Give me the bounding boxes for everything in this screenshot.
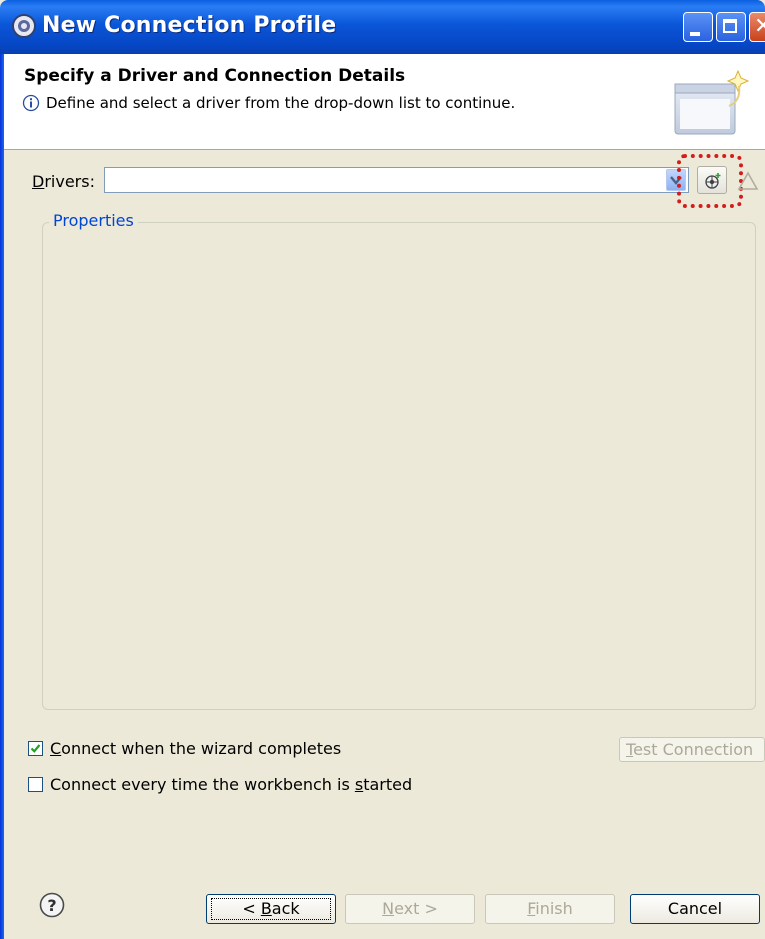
help-icon[interactable]: ? bbox=[39, 892, 65, 918]
wizard-banner: Specify a Driver and Connection Details … bbox=[4, 54, 765, 150]
connect-when-complete-checkbox[interactable] bbox=[28, 741, 43, 756]
finish-text: inish bbox=[535, 899, 573, 918]
next-text: ext > bbox=[394, 899, 438, 918]
connect-every-time-text-after: tarted bbox=[363, 775, 413, 794]
new-driver-highlight bbox=[677, 154, 743, 208]
cancel-button[interactable]: Cancel bbox=[630, 894, 760, 924]
drivers-label-text: rivers: bbox=[44, 172, 95, 191]
connect-every-time-text-before: Connect every time the workbench is bbox=[50, 775, 355, 794]
connect-every-time-label[interactable]: Connect every time the workbench is star… bbox=[50, 775, 412, 794]
finish-button[interactable]: Finish bbox=[485, 894, 615, 924]
wizard-page-message: Define and select a driver from the drop… bbox=[46, 94, 516, 112]
close-icon: ✕ bbox=[754, 14, 765, 39]
maximize-button[interactable] bbox=[716, 12, 746, 42]
minimize-icon bbox=[690, 32, 700, 36]
wizard-banner-icon bbox=[674, 69, 749, 135]
drivers-label-mnemonic: D bbox=[32, 172, 45, 191]
info-icon bbox=[22, 94, 40, 112]
connect-every-time-mnemonic: s bbox=[354, 775, 364, 794]
properties-group-label: Properties bbox=[49, 211, 138, 230]
maximize-icon bbox=[723, 19, 737, 33]
new-connection-profile-dialog: New Connection Profile ✕ Specify a Drive… bbox=[0, 0, 765, 939]
drivers-dropdown[interactable] bbox=[104, 167, 689, 193]
next-button[interactable]: Next > bbox=[345, 894, 475, 924]
eclipse-gear-icon bbox=[12, 14, 36, 38]
minimize-button[interactable] bbox=[683, 12, 713, 42]
close-button[interactable]: ✕ bbox=[749, 12, 765, 42]
back-button[interactable]: < Back bbox=[206, 894, 336, 924]
connect-every-time-checkbox[interactable] bbox=[28, 777, 43, 792]
edit-driver-icon[interactable] bbox=[737, 171, 759, 191]
connect-when-complete-label[interactable]: Connect when the wizard completes bbox=[50, 739, 341, 758]
window-title: New Connection Profile bbox=[42, 13, 337, 38]
svg-text:?: ? bbox=[47, 896, 56, 915]
checkmark-icon bbox=[30, 744, 41, 753]
connect-when-complete-text: onnect when the wizard completes bbox=[61, 739, 342, 758]
wizard-page-title: Specify a Driver and Connection Details bbox=[24, 66, 406, 86]
drivers-label: Drivers: bbox=[32, 172, 95, 191]
test-connection-text: est Connection bbox=[633, 740, 754, 759]
test-connection-button[interactable]: Test Connection bbox=[619, 737, 765, 762]
test-connection-mnemonic: T bbox=[626, 740, 634, 759]
focus-rect bbox=[211, 898, 331, 920]
window-frame-left bbox=[0, 54, 4, 939]
properties-group bbox=[42, 222, 756, 710]
title-bar[interactable]: New Connection Profile ✕ bbox=[0, 0, 765, 54]
connect-when-complete-mnemonic: C bbox=[50, 739, 62, 758]
next-mnemonic: N bbox=[382, 899, 395, 918]
